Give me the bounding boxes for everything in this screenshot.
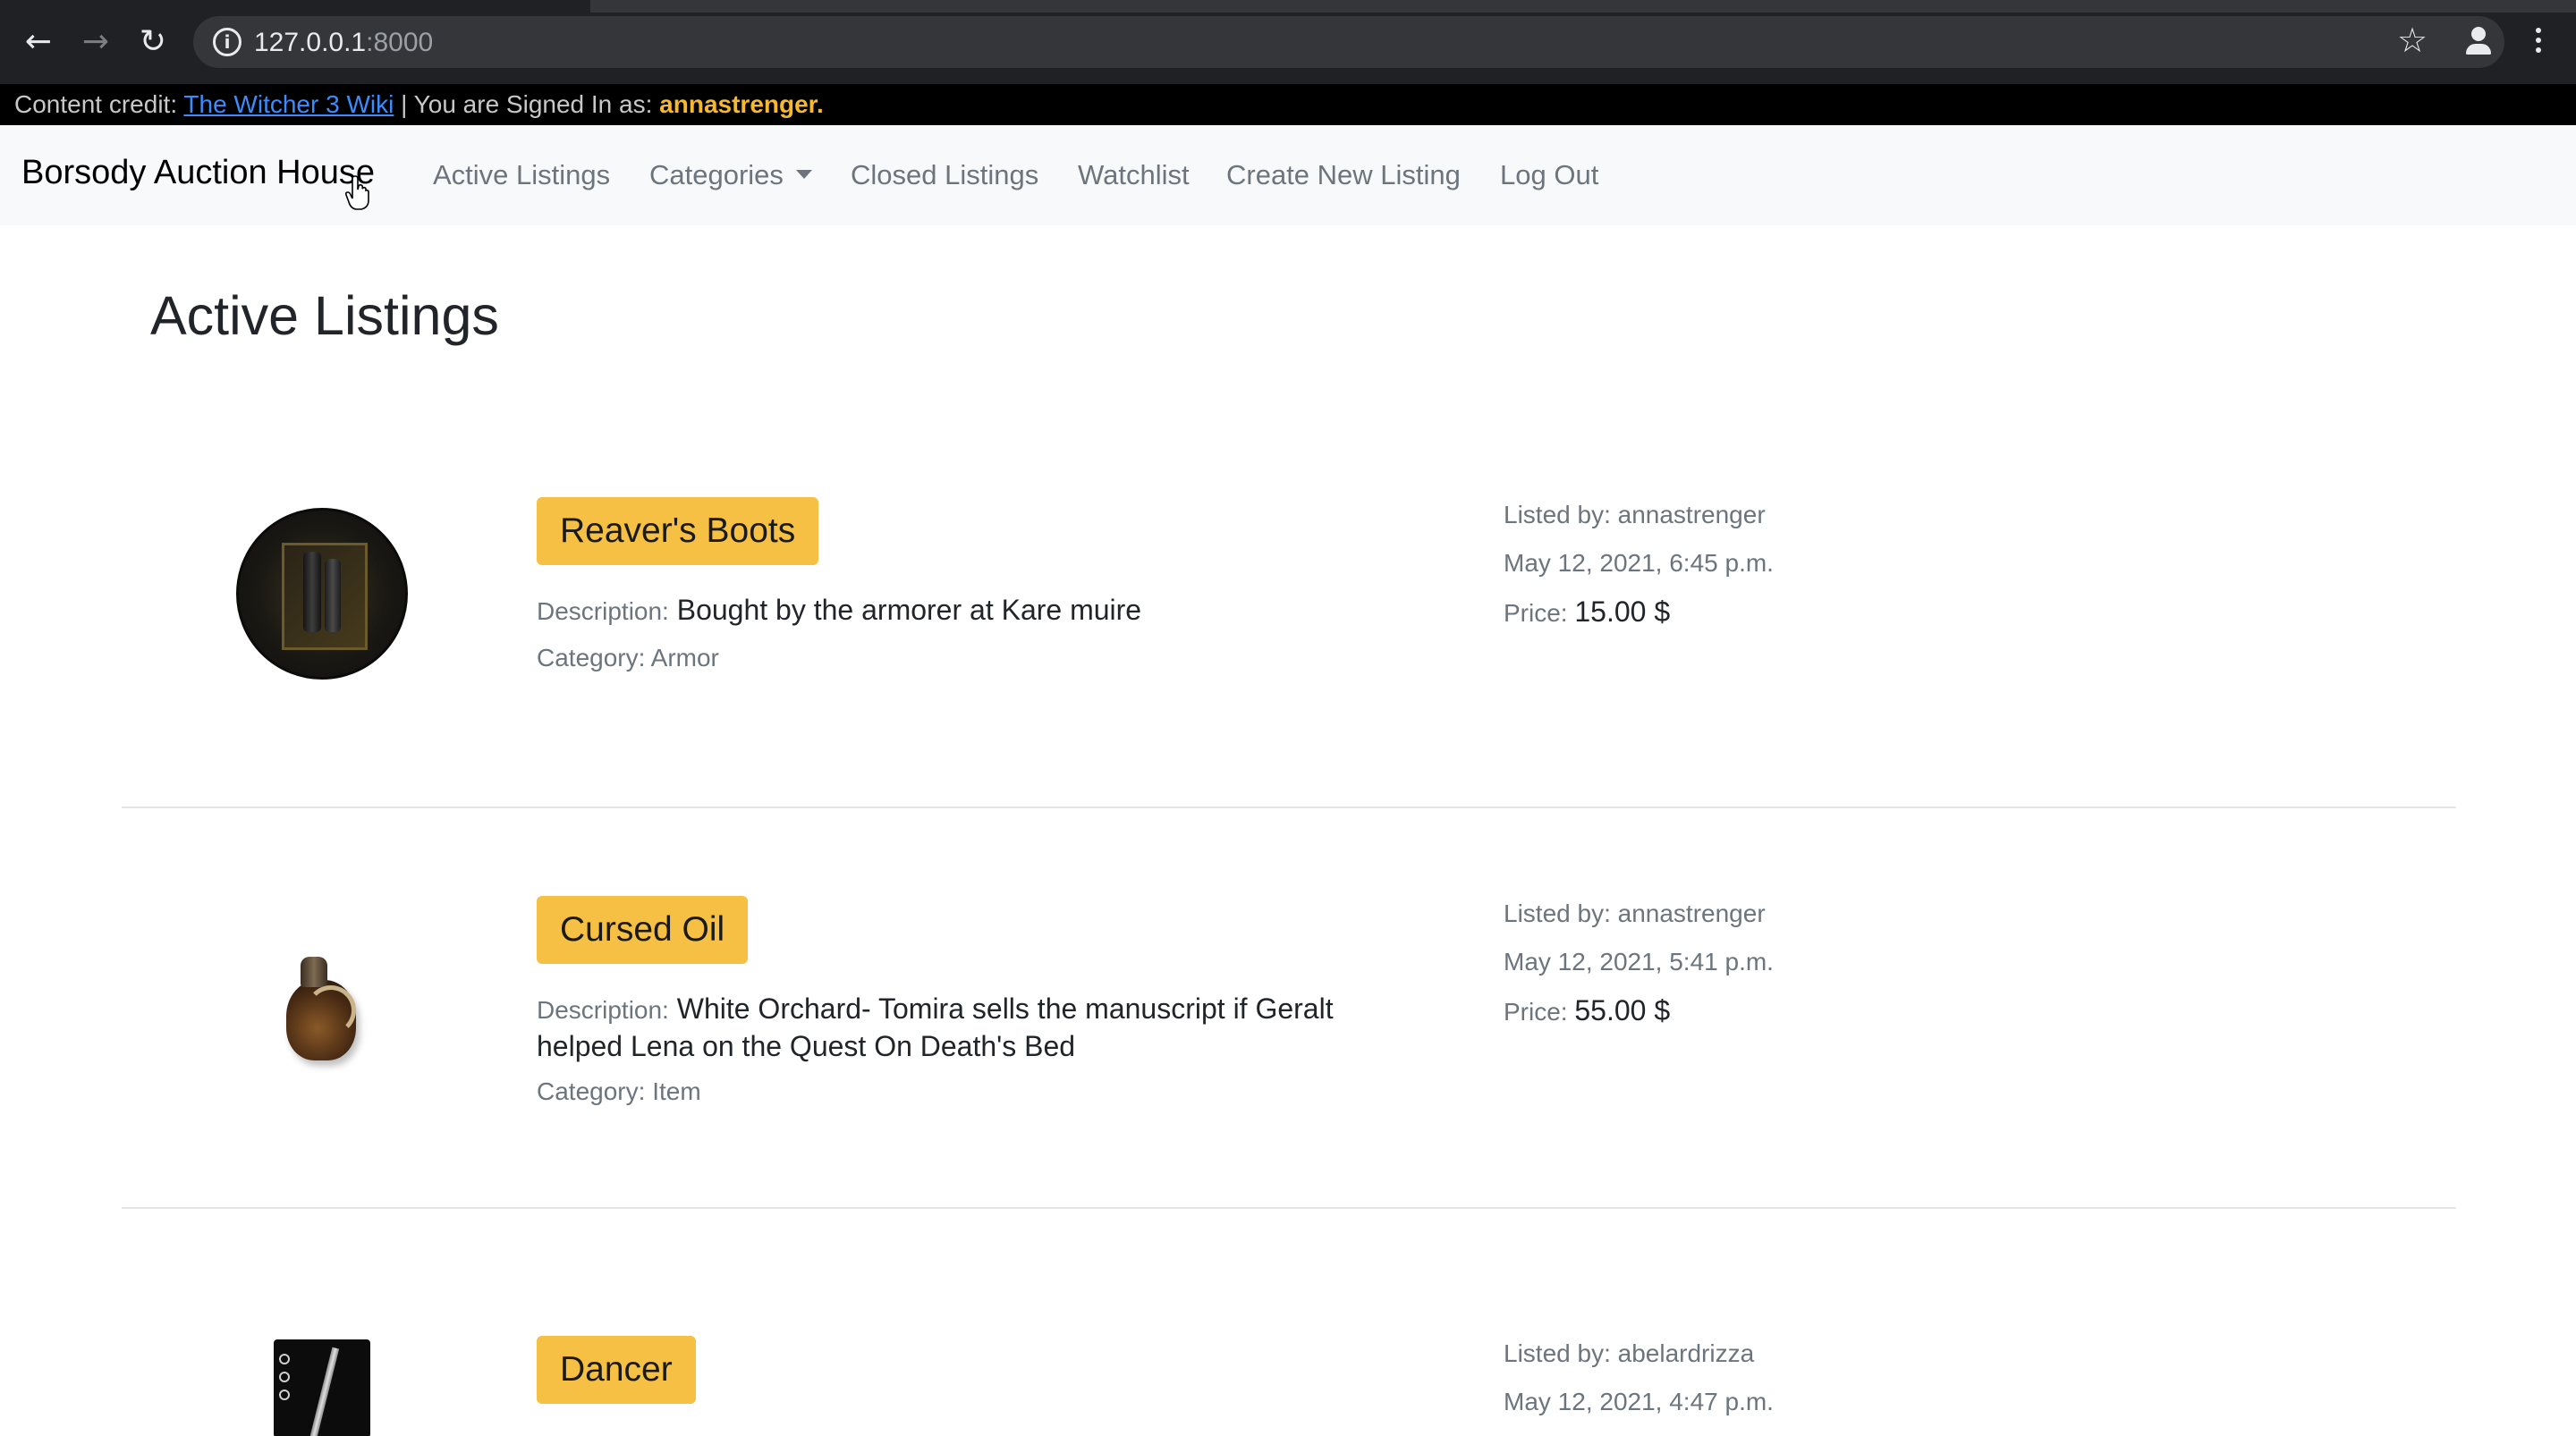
credit-prefix: Content credit: <box>14 90 178 118</box>
listing-image-oil[interactable] <box>274 950 367 1069</box>
listing-category: Category: Item <box>537 1077 701 1106</box>
witcher-wiki-link[interactable]: The Witcher 3 Wiki <box>183 90 394 118</box>
listed-by-value: abelardrizza <box>1617 1339 1755 1367</box>
listing-image-sword[interactable] <box>274 1339 370 1436</box>
site-navbar: Borsody Auction House Active Listings Ca… <box>0 125 2576 225</box>
url-text[interactable]: 127.0.0.1:8000 <box>254 28 433 58</box>
chevron-down-icon <box>795 169 812 179</box>
price-label: Price: <box>1504 599 1568 627</box>
nav-active-listings[interactable]: Active Listings <box>433 159 610 191</box>
nav-categories-label: Categories <box>649 159 784 190</box>
listing-date: May 12, 2021, 4:47 p.m. <box>1504 1388 1774 1415</box>
signed-in-username: annastrenger. <box>659 90 824 118</box>
listing-title-badge[interactable]: Reaver's Boots <box>537 497 819 565</box>
nav-create-listing[interactable]: Create New Listing <box>1226 159 1461 191</box>
listing-date: May 12, 2021, 6:45 p.m. <box>1504 549 1774 577</box>
category-label: Category: <box>537 1077 646 1105</box>
active-tab-edge[interactable] <box>0 0 590 13</box>
brand-link[interactable]: Borsody Auction House <box>21 154 375 192</box>
category-value: Item <box>652 1077 701 1105</box>
forward-icon[interactable]: → <box>75 21 116 63</box>
description-label: Description: <box>537 996 669 1024</box>
url-host: 127.0.0.1 <box>254 28 367 57</box>
browser-toolbar: ← → ↻ i 127.0.0.1:8000 ☆ <box>0 0 2576 84</box>
site-info-icon[interactable]: i <box>213 28 242 56</box>
back-icon[interactable]: ← <box>18 21 59 63</box>
hand-cursor-icon <box>344 175 369 210</box>
category-label: Category: <box>537 644 646 672</box>
profile-icon[interactable] <box>2458 20 2499 61</box>
listing-description: Description: Bought by the armorer at Ka… <box>537 592 1422 629</box>
description-text: Bought by the armorer at Kare muire <box>676 594 1142 626</box>
nav-log-out[interactable]: Log Out <box>1500 159 1598 191</box>
category-value: Armor <box>650 644 719 672</box>
listing-date: May 12, 2021, 5:41 p.m. <box>1504 948 1774 976</box>
listed-by-label: Listed by: <box>1504 501 1611 528</box>
bookmark-star-icon[interactable]: ☆ <box>2392 20 2433 61</box>
listing-title-badge[interactable]: Cursed Oil <box>537 896 749 964</box>
listing-title-badge[interactable]: Dancer <box>537 1336 696 1404</box>
listed-by-value: annastrenger <box>1617 501 1766 528</box>
listing-price: Price: 55.00 $ <box>1504 994 1670 1027</box>
page-title: Active Listings <box>150 285 499 346</box>
listing-description: Description: White Orchard- Tomira sells… <box>537 991 1422 1064</box>
listing-listed-by: Listed by: annastrenger <box>1504 501 1766 529</box>
listed-by-label: Listed by: <box>1504 900 1611 927</box>
description-label: Description: <box>537 597 669 625</box>
listing-listed-by: Listed by: abelardrizza <box>1504 1339 1754 1368</box>
listing-category: Category: Armor <box>537 644 719 672</box>
price-label: Price: <box>1504 998 1568 1026</box>
credit-bar: Content credit: The Witcher 3 Wiki | You… <box>0 84 2576 125</box>
signed-in-text: | You are Signed In as: <box>401 90 653 118</box>
listing-listed-by: Listed by: annastrenger <box>1504 900 1766 928</box>
url-port: :8000 <box>366 28 434 57</box>
listing-image-boots[interactable] <box>236 508 408 680</box>
price-value: 55.00 $ <box>1574 994 1671 1026</box>
nav-categories-dropdown[interactable]: Categories <box>649 159 812 191</box>
nav-watchlist[interactable]: Watchlist <box>1078 159 1190 191</box>
reload-icon[interactable]: ↻ <box>132 21 174 63</box>
listed-by-value: annastrenger <box>1617 900 1766 927</box>
listed-by-label: Listed by: <box>1504 1339 1611 1367</box>
address-bar[interactable]: i 127.0.0.1:8000 <box>193 16 2504 68</box>
browser-menu-icon[interactable] <box>2521 20 2556 61</box>
nav-closed-listings[interactable]: Closed Listings <box>851 159 1038 191</box>
listing-price: Price: 15.00 $ <box>1504 596 1670 629</box>
price-value: 15.00 $ <box>1574 596 1671 628</box>
listing-divider <box>122 807 2456 808</box>
listing-divider <box>122 1207 2456 1209</box>
